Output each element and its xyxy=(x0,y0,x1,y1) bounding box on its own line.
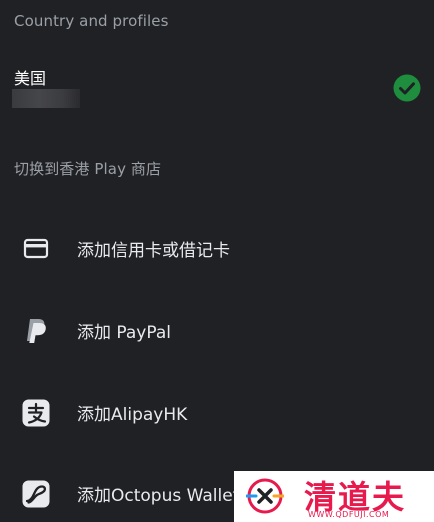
add-paypal-button[interactable]: 添加 PayPal xyxy=(0,294,434,366)
alipayhk-icon xyxy=(22,399,50,427)
switch-store-link[interactable]: 切换到香港 Play 商店 xyxy=(14,158,161,179)
redacted-profile-info xyxy=(12,89,80,108)
octopus-wallet-icon xyxy=(22,480,50,508)
add-paypal-label: 添加 PayPal xyxy=(77,323,171,343)
add-credit-card-label: 添加信用卡或借记卡 xyxy=(77,241,230,261)
section-header-country-profiles: Country and profiles xyxy=(14,12,169,30)
country-name: 美国 xyxy=(14,69,47,88)
credit-card-icon xyxy=(23,238,49,259)
watermark-subtext: WWW.QDFUJI.COM xyxy=(308,510,390,519)
check-circle-icon xyxy=(393,74,421,102)
country-profile-row[interactable]: 美国 xyxy=(0,56,434,116)
watermark: 清道夫 WWW.QDFUJI.COM xyxy=(234,471,434,522)
add-alipayhk-button[interactable]: 添加AlipayHK xyxy=(0,376,434,448)
add-octopus-wallet-label: 添加Octopus Wallet xyxy=(77,486,240,506)
add-alipayhk-label: 添加AlipayHK xyxy=(77,405,188,425)
add-credit-card-button[interactable]: 添加信用卡或借记卡 xyxy=(0,212,434,284)
watermark-logo-icon xyxy=(246,478,284,514)
paypal-icon xyxy=(27,319,46,343)
